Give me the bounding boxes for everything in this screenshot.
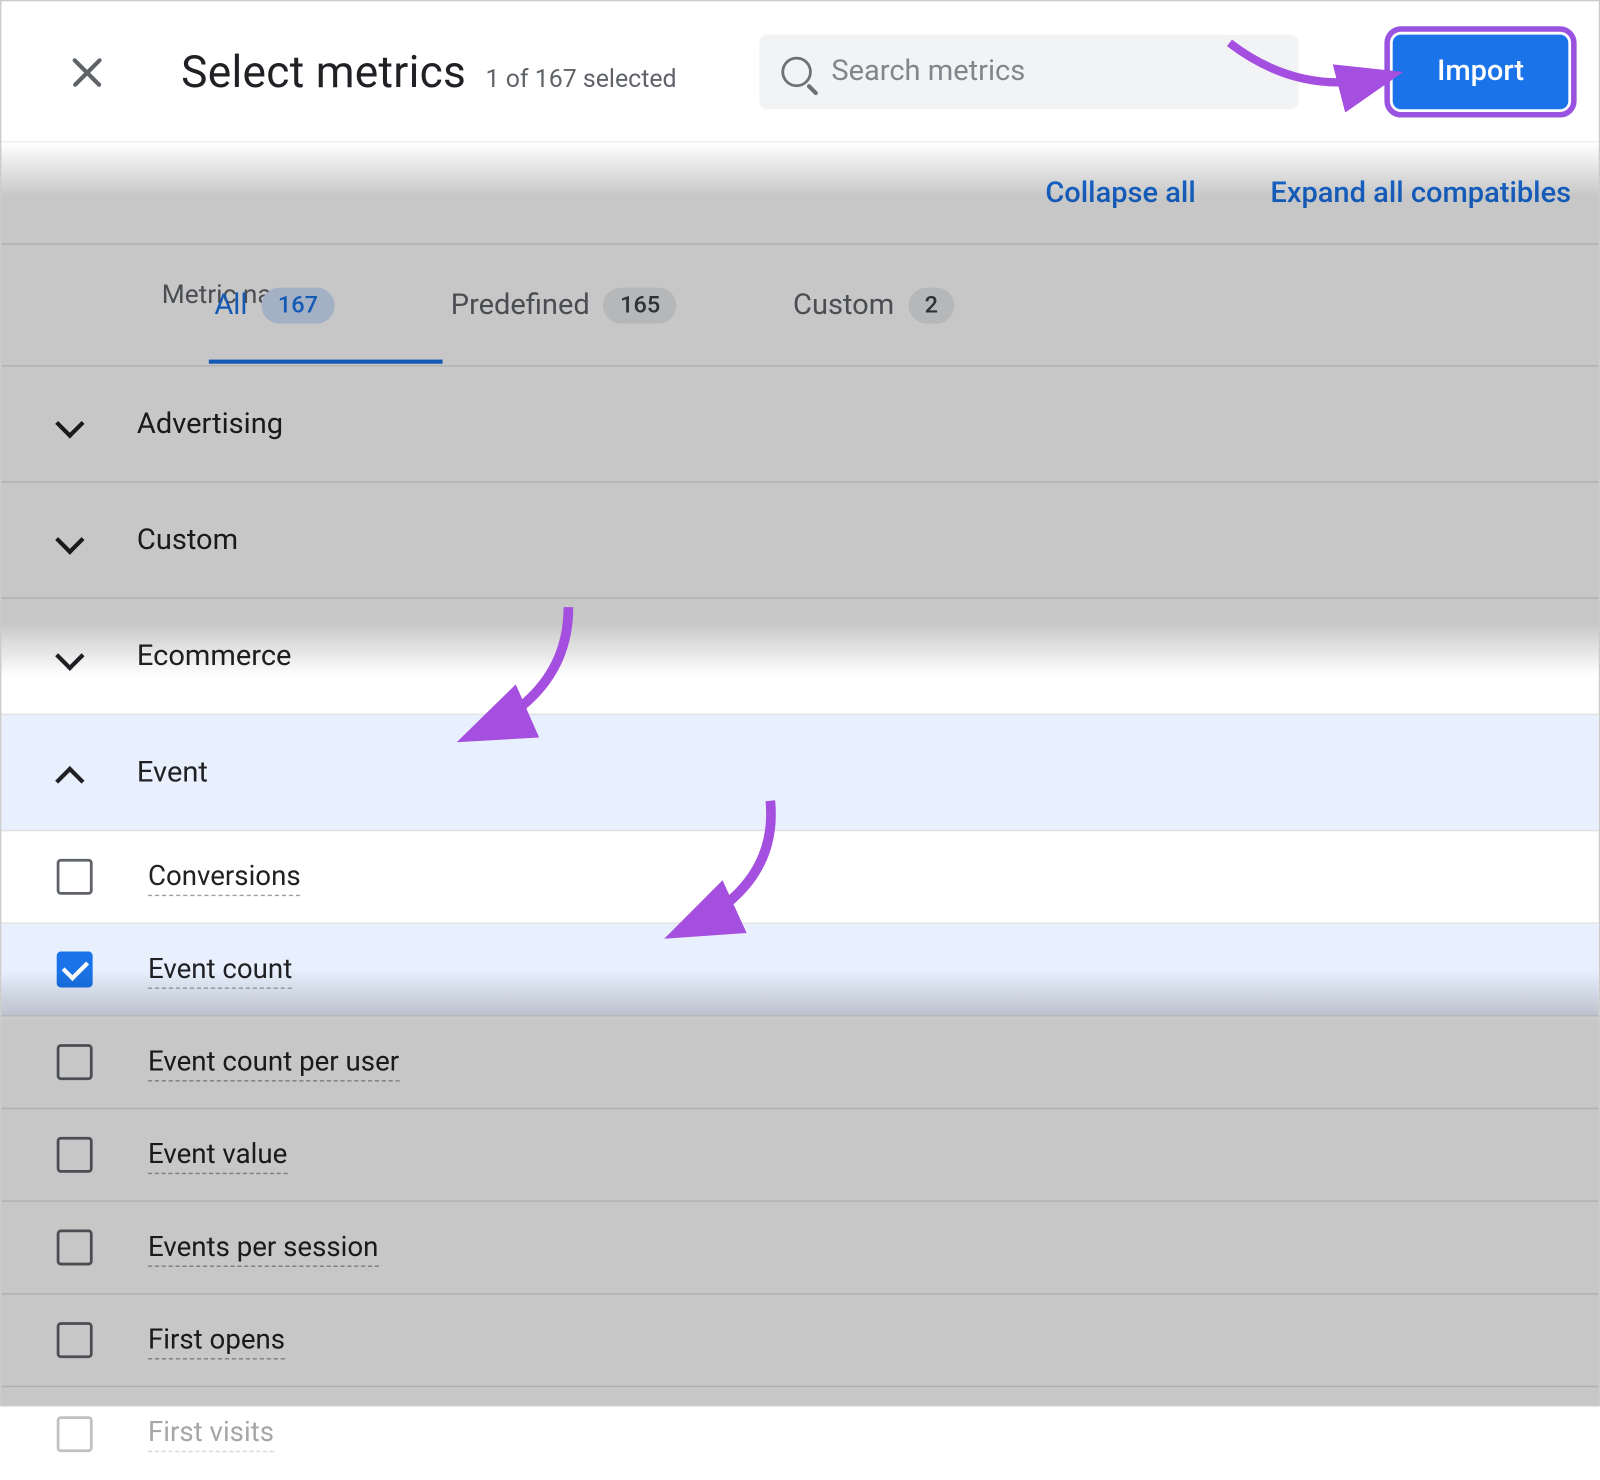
category-label: Custom [137,523,238,556]
metric-label: Event value [148,1136,287,1173]
checkbox[interactable] [57,1229,93,1265]
category-label: Ecommerce [137,640,292,673]
metric-label: Event count per user [148,1043,399,1080]
checkbox[interactable] [57,1322,93,1358]
metric-event-value[interactable]: Event value [1,1109,1598,1202]
collapse-all-button[interactable]: Collapse all [1045,176,1195,209]
metric-conversions[interactable]: Conversions [1,831,1598,924]
dialog-title: Select metrics [181,45,466,98]
chevron-down-icon [54,642,82,670]
metric-first-opens[interactable]: First opens [1,1294,1598,1387]
metric-label: Conversions [148,858,301,895]
selection-status: 1 of 167 selected [486,64,677,93]
metric-event-count[interactable]: Event count [1,924,1598,1017]
checkbox[interactable] [57,1137,93,1173]
chevron-down-icon [54,410,82,438]
category-ecommerce[interactable]: Ecommerce [1,599,1598,715]
import-button[interactable]: Import [1393,34,1568,109]
chevron-down-icon [54,526,82,554]
tab-label: Custom [793,288,894,321]
metric-event-count-per-user[interactable]: Event count per user [1,1017,1598,1110]
metric-label: Event count [148,951,292,988]
actions-row: Collapse all Expand all compatibles [1,142,1598,244]
checkbox[interactable] [57,1044,93,1080]
dialog-header: Select metrics 1 of 167 selected Search … [1,1,1598,142]
category-event[interactable]: Event [1,715,1598,831]
tab-custom[interactable]: Custom 2 [793,287,955,323]
checkbox-checked[interactable] [57,952,93,988]
metric-events-per-session[interactable]: Events per session [1,1202,1598,1295]
tab-count: 2 [908,287,955,323]
close-icon[interactable] [54,38,120,104]
tab-label: Predefined [451,288,590,321]
tabs-row: Metric na All 167 Predefined 165 Custom … [1,245,1598,367]
search-icon [782,56,812,86]
tab-predefined[interactable]: Predefined 165 [451,287,677,323]
search-placeholder: Search metrics [831,55,1025,88]
category-label: Event [137,756,208,789]
metric-label: First opens [148,1321,285,1358]
category-advertising[interactable]: Advertising [1,366,1598,482]
category-label: Advertising [137,407,283,440]
checkbox[interactable] [57,1416,93,1452]
tab-count: 167 [261,287,334,323]
metric-label: Events per session [148,1229,378,1266]
chevron-up-icon [54,759,82,787]
checkbox[interactable] [57,859,93,895]
tab-count: 165 [604,287,677,323]
metric-label: First visits [148,1415,274,1452]
tab-label: All [214,288,247,321]
metric-first-visits[interactable]: First visits [1,1387,1598,1480]
search-input[interactable]: Search metrics [759,34,1298,109]
tab-all[interactable]: All 167 [214,287,334,323]
expand-all-button[interactable]: Expand all compatibles [1270,176,1571,209]
category-custom[interactable]: Custom [1,483,1598,599]
